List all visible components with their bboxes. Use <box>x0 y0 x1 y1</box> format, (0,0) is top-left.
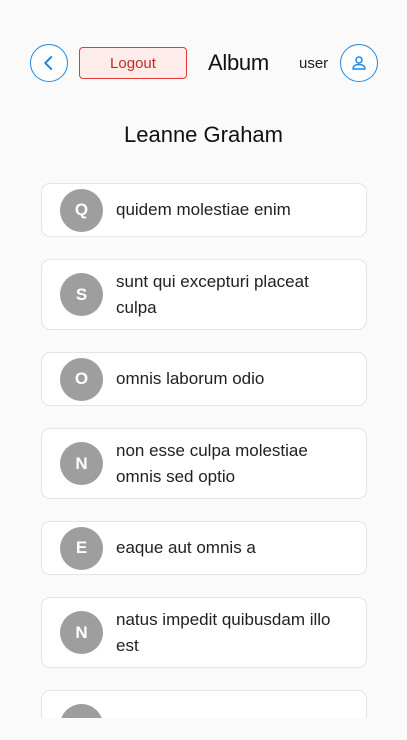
album-title: quibusdam autem aliquid <box>116 713 346 719</box>
album-avatar: N <box>60 442 103 485</box>
logout-button[interactable]: Logout <box>79 47 187 79</box>
album-card[interactable]: Nnon esse culpa molestiae omnis sed opti… <box>41 428 367 499</box>
app-header: Logout Album user <box>0 40 407 86</box>
album-avatar: Q <box>60 704 103 718</box>
album-avatar: O <box>60 357 103 401</box>
album-card[interactable]: Eeaque aut omnis a <box>41 521 367 575</box>
album-avatar: E <box>60 526 103 570</box>
album-title: non esse culpa molestiae omnis sed optio <box>116 440 308 486</box>
page-title: Album <box>208 50 269 75</box>
owner-name: Leanne Graham <box>124 122 283 147</box>
album-avatar: S <box>60 273 103 316</box>
album-title: sunt qui excepturi placeat culpa <box>116 271 309 317</box>
back-button[interactable] <box>30 44 68 82</box>
user-label: user <box>299 55 329 72</box>
album-title: eaque aut omnis a <box>116 538 256 557</box>
chevron-left-icon <box>44 56 53 70</box>
album-title: quidem molestiae enim <box>116 200 291 219</box>
album-screen: Logout Album user Leanne Graham Qquidem … <box>0 0 407 740</box>
album-card[interactable]: Ssunt qui excepturi placeat culpa <box>41 259 367 330</box>
album-list[interactable]: Qquidem molestiae enim Ssunt qui exceptur… <box>0 183 407 718</box>
album-avatar: Q <box>60 188 103 232</box>
user-button[interactable] <box>340 44 378 82</box>
user-icon <box>352 56 366 70</box>
album-card[interactable]: Qquibusdam autem aliquid <box>41 690 367 718</box>
album-title: omnis laborum odio <box>116 369 265 388</box>
album-card[interactable]: Qquidem molestiae enim <box>41 183 367 237</box>
album-avatar: N <box>60 611 103 654</box>
album-card[interactable]: Nnatus impedit quibusdam illo est <box>41 597 367 668</box>
album-card[interactable]: Oomnis laborum odio <box>41 352 367 406</box>
album-title: natus impedit quibusdam illo est <box>116 609 331 655</box>
